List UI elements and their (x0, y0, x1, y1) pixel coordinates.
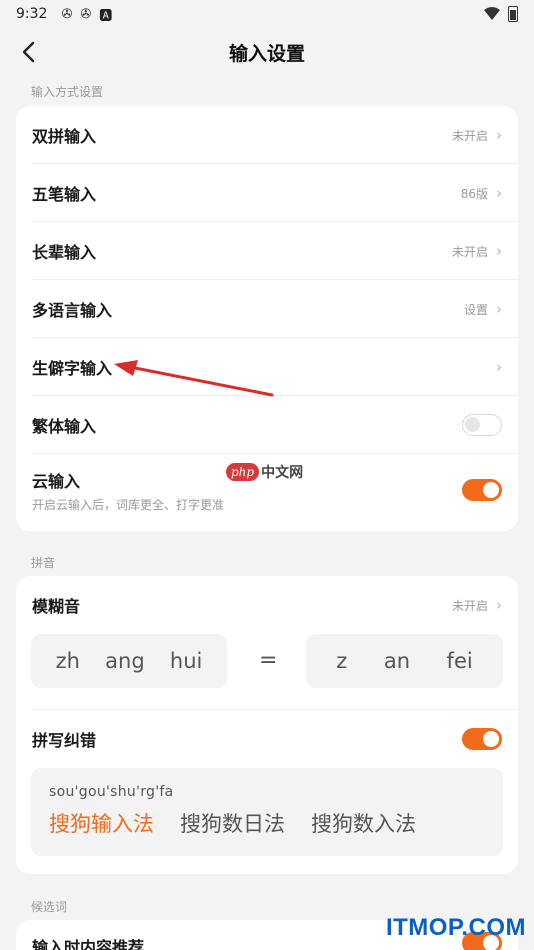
app-notification-icon-2: ✇ (80, 6, 92, 22)
row-label: 生僻字输入 (32, 359, 113, 378)
app-header: 输入设置 (0, 28, 534, 76)
font-notification-icon: 🅰 (99, 8, 113, 24)
row-label: 五笔输入 (32, 185, 97, 204)
row-label: 拼写纠错 (32, 731, 97, 750)
fuzzy-right-box: z an fei (306, 634, 503, 688)
row-value: 设置 (463, 302, 488, 317)
spell-example-box: sou'gou'shu'rg'fa 搜狗输入法 搜狗数日法 搜狗数入法 (31, 768, 503, 856)
php-watermark-text: 中文网 (261, 465, 304, 481)
row-label: 繁体输入 (32, 417, 97, 436)
row-traditional: 繁体输入 (16, 396, 518, 454)
row-shuangpin[interactable]: 双拼输入 未开启 › (16, 106, 518, 164)
fuzzy-syllable: ang (105, 649, 145, 673)
row-label: 模糊音 (32, 597, 81, 616)
wifi-icon (484, 7, 500, 20)
itmop-watermark: ITMOP.COM (385, 914, 526, 941)
row-label: 双拼输入 (32, 127, 97, 146)
row-value: 未开启 (451, 128, 488, 143)
section-label-pinyin: 拼音 (31, 556, 56, 570)
section-label-candidates: 候选词 (31, 900, 68, 914)
equals-sign: = (259, 648, 278, 673)
row-label: 云输入 (32, 471, 81, 491)
section-label-input-methods: 输入方式设置 (31, 85, 104, 99)
battery-icon (508, 6, 518, 22)
row-fuzzy[interactable]: 模糊音 未开启 › (16, 576, 518, 634)
red-arrow-annotation (114, 360, 274, 397)
cloud-toggle[interactable] (462, 479, 502, 501)
traditional-toggle[interactable] (462, 414, 502, 436)
row-value: 86版 (460, 186, 488, 201)
back-arrow-icon[interactable] (14, 36, 42, 68)
chevron-right-icon: › (496, 184, 502, 202)
example-pinyin: sou'gou'shu'rg'fa (49, 784, 174, 800)
pinyin-card: 模糊音 未开启 › zh ang hui = z an fei 拼写纠错 sou'… (16, 576, 518, 874)
example-word: 搜狗数入法 (311, 812, 416, 836)
app-notification-icon: ✇ (61, 6, 73, 22)
example-word-correct: 搜狗输入法 (49, 812, 154, 836)
row-label: 长辈输入 (32, 243, 97, 262)
php-logo: php (226, 463, 260, 481)
fuzzy-syllable: fei (446, 649, 473, 673)
spell-correct-toggle[interactable] (462, 728, 502, 750)
row-label: 多语言输入 (32, 301, 113, 320)
row-multilang[interactable]: 多语言输入 设置 › (16, 280, 518, 338)
fuzzy-syllable: z (336, 649, 348, 673)
page-title: 输入设置 (228, 42, 305, 65)
row-value: 未开启 (451, 244, 488, 259)
fuzzy-syllable: zh (55, 649, 80, 673)
example-word: 搜狗数日法 (180, 812, 285, 836)
fuzzy-left-box: zh ang hui (31, 634, 227, 688)
row-elder[interactable]: 长辈输入 未开启 › (16, 222, 518, 280)
chevron-right-icon: › (496, 300, 502, 318)
status-bar: 9:32 ✇ ✇ 🅰 (0, 0, 534, 28)
fuzzy-syllable: hui (169, 649, 203, 673)
status-time: 9:32 (16, 6, 48, 22)
chevron-right-icon: › (496, 126, 502, 144)
fuzzy-syllable: an (383, 649, 411, 673)
row-spell-correct: 拼写纠错 (16, 710, 518, 768)
row-value: 未开启 (451, 598, 488, 613)
chevron-right-icon: › (496, 242, 502, 260)
row-wubi[interactable]: 五笔输入 86版 › (16, 164, 518, 222)
row-label: 输入时内容推荐 (32, 938, 145, 950)
chevron-right-icon: › (496, 596, 502, 614)
php-watermark: php 中文网 (226, 462, 303, 482)
row-description: 开启云输入后，词库更全、打字更准 (32, 497, 225, 512)
chevron-right-icon: › (496, 358, 502, 376)
